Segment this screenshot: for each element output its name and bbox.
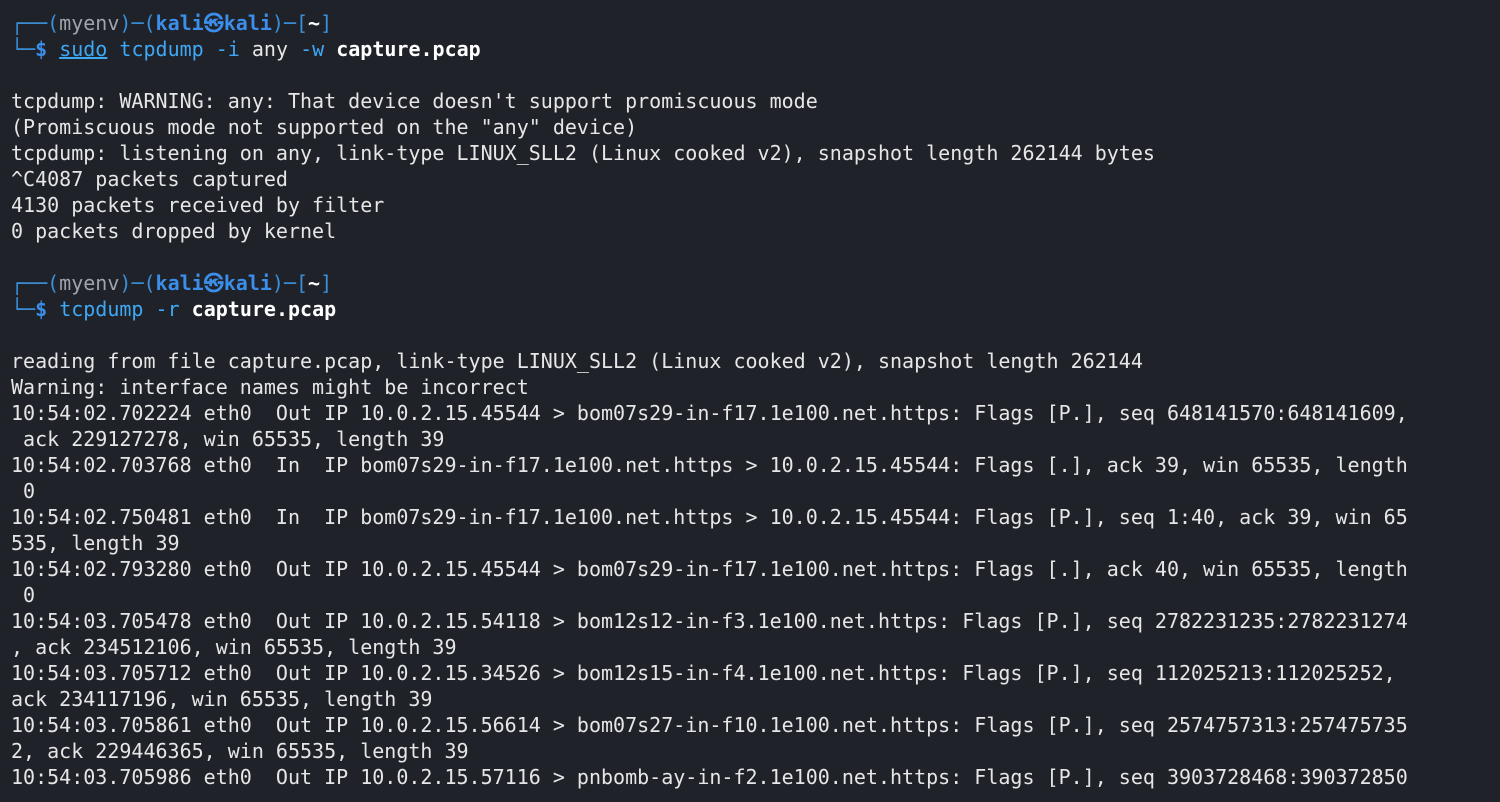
prompt-at-symbol: ㉿ [203, 271, 224, 295]
prompt-bracket: [ [295, 271, 309, 295]
prompt-frame: ─ [131, 11, 144, 35]
packet-line: 10:54:02.750481 eth0 In IP bom07s29-in-f… [11, 505, 1408, 529]
output-line: 0 packets dropped by kernel [11, 219, 337, 243]
prompt-username: kali [155, 11, 204, 35]
prompt-frame: └─ [11, 297, 36, 321]
prompt-dollar: $ [35, 37, 48, 61]
command-flag: -w [300, 37, 325, 61]
prompt-paren: ( [47, 271, 60, 295]
prompt-at-symbol: ㉿ [203, 11, 224, 35]
packet-line: 10:54:03.705478 eth0 Out IP 10.0.2.15.54… [11, 609, 1408, 633]
command-file: capture.pcap [336, 37, 481, 61]
output-line: 4130 packets received by filter [11, 193, 385, 217]
packet-line: 10:54:02.702224 eth0 Out IP 10.0.2.15.45… [11, 401, 1408, 425]
virtualenv-name: myenv [59, 271, 120, 295]
prompt-frame: ─ [131, 271, 144, 295]
terminal-window[interactable]: ┌──(myenv)─(kali㉿kali)─[~] └─$ sudo tcpd… [0, 0, 1500, 802]
output-line: reading from file capture.pcap, link-typ… [11, 349, 1143, 373]
output-line: tcpdump: WARNING: any: That device doesn… [11, 89, 818, 113]
prompt-paren: ( [143, 11, 156, 35]
output-line: tcpdump: listening on any, link-type LIN… [11, 141, 1155, 165]
packet-line: ack 229127278, win 65535, length 39 [11, 427, 445, 451]
packet-line: 10:54:03.705712 eth0 Out IP 10.0.2.15.34… [11, 661, 1396, 685]
prompt-bracket: ] [320, 11, 333, 35]
packet-line: 2, ack 229446365, win 65535, length 39 [11, 739, 469, 763]
packet-line: 10:54:03.705861 eth0 Out IP 10.0.2.15.56… [11, 713, 1408, 737]
packet-line: 535, length 39 [11, 531, 180, 555]
packet-line: 10:54:03.705986 eth0 Out IP 10.0.2.15.57… [11, 765, 1408, 789]
prompt-frame: ┌── [11, 271, 48, 295]
virtualenv-name: myenv [59, 11, 120, 35]
packet-line: 10:54:02.793280 eth0 Out IP 10.0.2.15.45… [11, 557, 1408, 581]
command-flag: -i [215, 37, 240, 61]
command-flag: -r [155, 297, 180, 321]
command-name: tcpdump [59, 297, 144, 321]
command-file: capture.pcap [191, 297, 337, 321]
command-line[interactable]: └─$ tcpdump -r capture.pcap [11, 296, 1500, 322]
prompt-hostname: kali [223, 271, 272, 295]
prompt-frame: ┌── [11, 11, 48, 35]
prompt-paren: ) [119, 271, 132, 295]
packet-line: ack 234117196, win 65535, length 39 [11, 687, 433, 711]
prompt-dollar: $ [35, 297, 48, 321]
prompt-bracket: [ [295, 11, 309, 35]
packet-line: 0 [11, 583, 36, 607]
prompt-frame: └─ [11, 37, 36, 61]
command-argument: any [251, 37, 289, 61]
prompt-frame: ─ [283, 271, 296, 295]
output-line: Warning: interface names might be incorr… [11, 375, 529, 399]
command-line[interactable]: └─$ sudo tcpdump -i any -w capture.pcap [11, 36, 1500, 62]
packet-line: , ack 234512106, win 65535, length 39 [11, 635, 457, 659]
prompt-directory: ~ [308, 271, 321, 295]
output-line: (Promiscuous mode not supported on the "… [11, 115, 638, 139]
prompt-paren: ( [47, 11, 60, 35]
packet-line: 0 [11, 479, 36, 503]
prompt-bracket: ] [320, 271, 333, 295]
command-name: tcpdump [119, 37, 204, 61]
prompt-line-top: ┌──(myenv)─(kali㉿kali)─[~] [11, 10, 1500, 36]
prompt-directory: ~ [308, 11, 321, 35]
prompt-paren: ( [143, 271, 156, 295]
prompt-paren: ) [119, 11, 132, 35]
output-line: ^C4087 packets captured [11, 167, 288, 191]
prompt-paren: ) [271, 11, 284, 35]
prompt-hostname: kali [223, 11, 272, 35]
prompt-line-top: ┌──(myenv)─(kali㉿kali)─[~] [11, 270, 1500, 296]
prompt-username: kali [155, 271, 204, 295]
prompt-paren: ) [271, 271, 284, 295]
packet-line: 10:54:02.703768 eth0 In IP bom07s29-in-f… [11, 453, 1408, 477]
prompt-frame: ─ [283, 11, 296, 35]
command-sudo: sudo [59, 37, 108, 61]
